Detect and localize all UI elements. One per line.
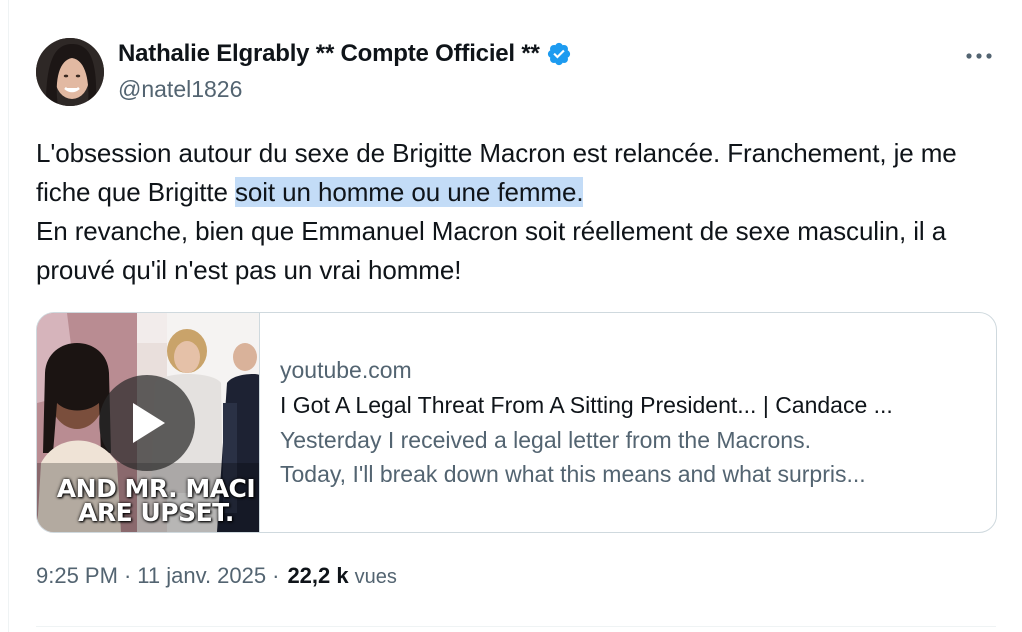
thumbnail-caption-line: ARE UPSET.	[78, 498, 234, 527]
left-divider	[8, 0, 9, 632]
video-thumbnail[interactable]: AND MR. MACI ARE UPSET.	[37, 313, 259, 532]
display-name[interactable]: Nathalie Elgrably ** Compte Officiel **	[118, 40, 540, 68]
card-info: youtube.com I Got A Legal Threat From A …	[280, 353, 980, 491]
tweet-time[interactable]: 9:25 PM	[36, 563, 118, 589]
meta-separator: ·	[123, 563, 132, 588]
card-description-line: Today, I'll break down what this means a…	[280, 461, 866, 487]
more-dots-icon	[966, 53, 992, 59]
card-divider	[259, 313, 260, 532]
selected-text: soit un homme ou une femme.	[235, 177, 584, 207]
tweet-header: Nathalie Elgrably ** Compte Officiel ** …	[36, 38, 996, 106]
meta-separator: ·	[272, 563, 280, 588]
card-domain: youtube.com	[280, 357, 412, 383]
tweet-text-part: En revanche, bien que Emmanuel Macron so…	[36, 216, 947, 285]
avatar[interactable]	[36, 38, 104, 106]
card-title[interactable]: I Got A Legal Threat From A Sitting Pres…	[280, 387, 980, 423]
play-icon	[133, 403, 165, 443]
play-button[interactable]	[99, 375, 195, 471]
tweet-text: L'obsession autour du sexe de Brigitte M…	[36, 134, 1006, 290]
views-label: vues	[354, 566, 397, 588]
user-handle[interactable]: @natel1826	[118, 76, 242, 103]
views-count[interactable]: 22,2 k	[287, 563, 348, 589]
bottom-divider	[36, 626, 996, 627]
more-options-button[interactable]	[962, 46, 996, 66]
link-preview-card[interactable]: AND MR. MACI ARE UPSET. youtube.com I Go…	[36, 312, 997, 533]
verified-badge-icon[interactable]	[546, 41, 572, 67]
tweet-meta: 9:25 PM · 11 janv. 2025 · 22,2 k vues	[36, 563, 397, 589]
tweet-date[interactable]: 11 janv. 2025	[137, 563, 266, 589]
name-row: Nathalie Elgrably ** Compte Officiel **	[118, 40, 572, 68]
thumbnail-caption: AND MR. MACI ARE UPSET.	[41, 476, 259, 527]
card-description-line: Yesterday I received a legal letter from…	[280, 427, 811, 453]
